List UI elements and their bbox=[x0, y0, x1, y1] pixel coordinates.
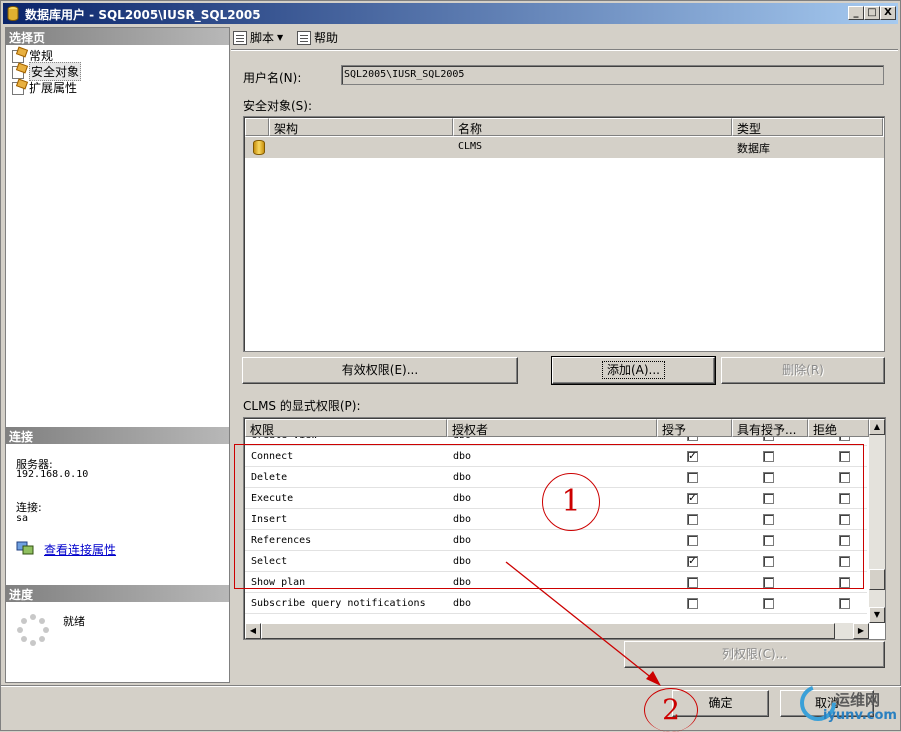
annotation-arrow bbox=[505, 561, 661, 686]
database-user-dialog: 数据库用户 - SQL2005\IUSR_SQL2005 _ □ X 选择页 常… bbox=[0, 0, 901, 732]
watermark-url: iyunv.com bbox=[823, 708, 897, 723]
watermark-brand: 运维网 bbox=[835, 691, 881, 709]
